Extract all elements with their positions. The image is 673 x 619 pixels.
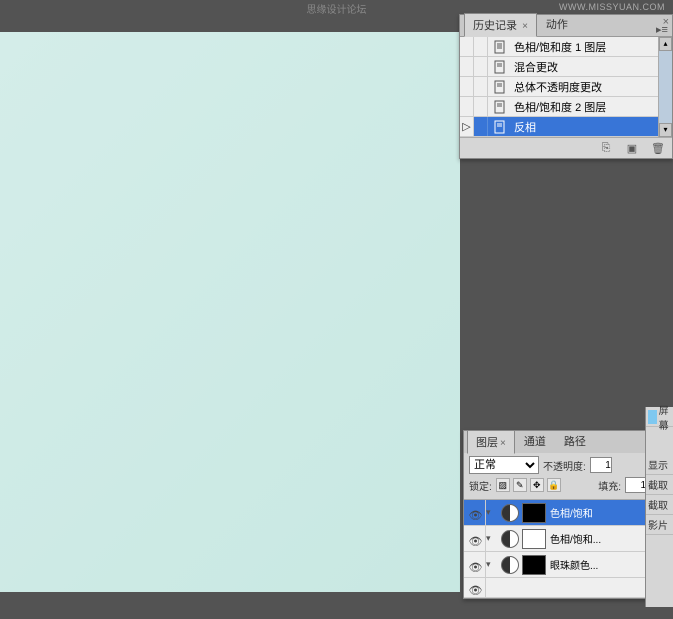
fill-input[interactable] — [625, 477, 647, 493]
layer-name: 色相/饱和... — [550, 531, 652, 546]
document-icon — [492, 119, 508, 135]
eye-icon: 👁 — [469, 535, 481, 543]
eye-icon: 👁 — [469, 561, 481, 569]
tab-actions[interactable]: 动作 — [537, 12, 577, 36]
eye-icon: 👁 — [469, 584, 481, 592]
scroll-down-icon[interactable]: ▾ — [659, 123, 672, 137]
layer-list: 👁 ▾ 色相/饱和 👁 ▾ 色相/饱和... 👁 ▾ 眼珠颜色... 👁 — [464, 500, 652, 598]
history-item[interactable]: 色相/饱和度 2 图层 — [460, 97, 658, 117]
opacity-label: 不透明度: — [543, 458, 586, 473]
history-panel: × 历史记录 × 动作 ▸≡ 色相/饱和度 1 图层 — [459, 14, 673, 159]
history-tabs: 历史记录 × 动作 ▸≡ — [460, 15, 672, 37]
tab-paths[interactable]: 路径 — [555, 429, 595, 453]
camera-icon[interactable]: ▣ — [624, 141, 640, 155]
app-title: 思缘设计论坛 — [307, 5, 367, 16]
history-label: 色相/饱和度 2 图层 — [512, 99, 658, 115]
blend-mode-select[interactable]: 正常 — [469, 456, 539, 474]
layer-mask-thumb[interactable] — [522, 503, 546, 523]
history-list: 色相/饱和度 1 图层 混合更改 总体不透明度更改 — [460, 37, 658, 137]
right-item[interactable]: 屏幕 — [646, 407, 673, 427]
tab-close-icon[interactable]: × — [500, 438, 506, 449]
close-icon[interactable]: × — [663, 16, 669, 28]
right-side-panel: 屏幕 显示 截取 截取 影片 — [645, 407, 673, 607]
layer-row[interactable]: 👁 — [464, 578, 652, 598]
history-label: 混合更改 — [512, 59, 658, 75]
lock-transparency-icon[interactable]: ▨ — [496, 478, 510, 492]
lock-label: 锁定: — [469, 478, 492, 493]
layer-mask-thumb[interactable] — [522, 555, 546, 575]
history-footer: ⎘ ▣ 🗑 — [460, 137, 672, 158]
scroll-up-icon[interactable]: ▴ — [659, 37, 672, 51]
canvas-image-area — [0, 32, 460, 592]
history-label: 色相/饱和度 1 图层 — [512, 39, 658, 55]
color-swatch-icon — [648, 410, 657, 424]
right-item[interactable]: 截取 — [646, 495, 673, 515]
scrollbar[interactable]: ▴ ▾ — [658, 37, 672, 137]
right-item[interactable]: 影片 — [646, 515, 673, 535]
tab-layers[interactable]: 图层× — [467, 430, 515, 454]
expand-arrow-icon[interactable]: ▾ — [486, 533, 498, 544]
expand-arrow-icon[interactable]: ▾ — [486, 559, 498, 570]
history-label: 反相 — [512, 119, 658, 135]
visibility-toggle[interactable]: 👁 — [464, 578, 486, 597]
history-item[interactable]: 混合更改 — [460, 57, 658, 77]
document-icon — [492, 59, 508, 75]
adjustment-layer-icon — [501, 504, 519, 522]
expand-arrow-icon[interactable]: ▾ — [486, 507, 498, 518]
lock-position-icon[interactable]: ✥ — [530, 478, 544, 492]
tab-history[interactable]: 历史记录 × — [464, 13, 537, 37]
trash-icon[interactable]: 🗑 — [650, 141, 666, 155]
layers-panel: 图层× 通道 路径 正常 不透明度: 锁定: ▨ ✎ ✥ 🔒 填充: 👁 ▾ — [463, 430, 653, 599]
watermark: WWW.MISSYUAN.COM — [559, 2, 665, 12]
document-icon — [492, 39, 508, 55]
tab-close-icon[interactable]: × — [522, 21, 528, 32]
document-icon — [492, 79, 508, 95]
visibility-toggle[interactable]: 👁 — [464, 552, 486, 577]
visibility-toggle[interactable]: 👁 — [464, 500, 486, 525]
layers-tabs: 图层× 通道 路径 — [464, 431, 652, 453]
history-item[interactable]: ▷ 反相 — [460, 117, 658, 137]
layer-name: 色相/饱和 — [550, 505, 652, 520]
history-label: 总体不透明度更改 — [512, 79, 658, 95]
lock-all-icon[interactable]: 🔒 — [547, 478, 561, 492]
right-item[interactable]: 截取 — [646, 475, 673, 495]
lock-pixels-icon[interactable]: ✎ — [513, 478, 527, 492]
tab-channels[interactable]: 通道 — [515, 429, 555, 453]
history-item[interactable]: 色相/饱和度 1 图层 — [460, 37, 658, 57]
history-item[interactable]: 总体不透明度更改 — [460, 77, 658, 97]
document-icon — [492, 99, 508, 115]
layer-row[interactable]: 👁 ▾ 色相/饱和 — [464, 500, 652, 526]
opacity-input[interactable] — [590, 457, 612, 473]
history-brush-col — [474, 37, 488, 56]
layer-row[interactable]: 👁 ▾ 色相/饱和... — [464, 526, 652, 552]
fill-label: 填充: — [598, 478, 621, 493]
layer-name: 眼珠颜色... — [550, 557, 652, 572]
adjustment-layer-icon — [501, 556, 519, 574]
adjustment-layer-icon — [501, 530, 519, 548]
layer-row[interactable]: 👁 ▾ 眼珠颜色... — [464, 552, 652, 578]
visibility-toggle[interactable]: 👁 — [464, 526, 486, 551]
right-item[interactable]: 显示 — [646, 455, 673, 475]
create-document-icon[interactable]: ⎘ — [598, 141, 614, 155]
layer-mask-thumb[interactable] — [522, 529, 546, 549]
eye-icon: 👁 — [469, 509, 481, 517]
history-snapshot-col — [460, 37, 474, 56]
